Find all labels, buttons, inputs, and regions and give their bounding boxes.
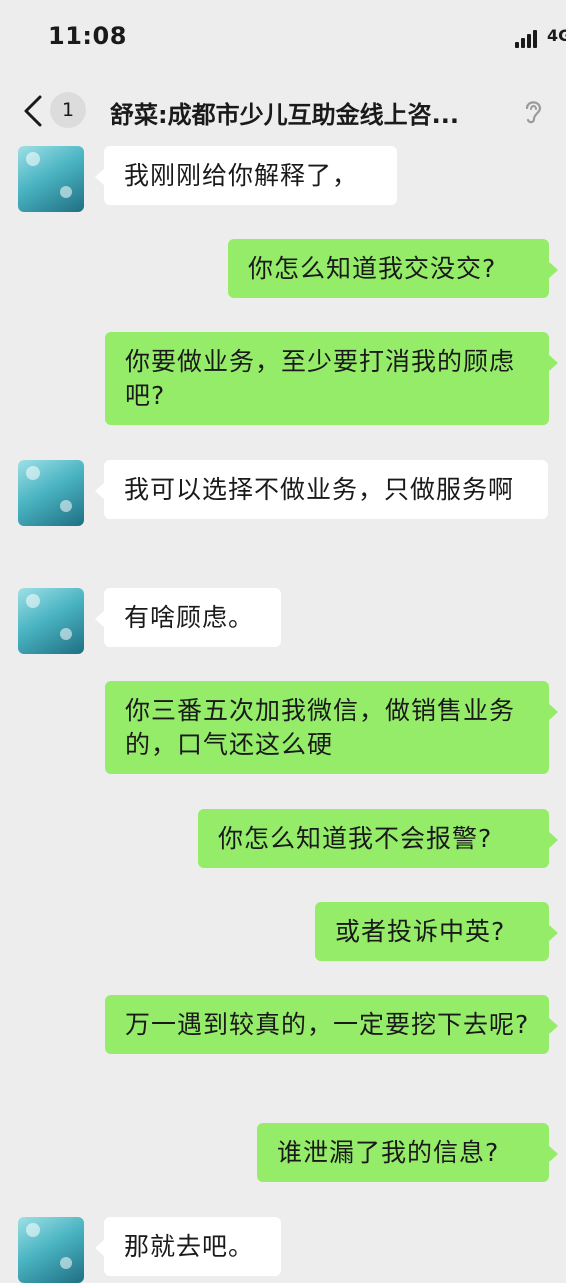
message-bubble-incoming[interactable]: 我可以选择不做业务，只做服务啊 xyxy=(95,460,548,519)
status-bar: 11:08 4G xyxy=(0,0,566,78)
ear-icon xyxy=(525,101,542,124)
message-bubble-outgoing[interactable]: 你怎么知道我不会报警? xyxy=(198,809,558,868)
ear-mode-button[interactable] xyxy=(519,96,547,126)
message-bubble-incoming[interactable]: 有啥顾虑。 xyxy=(95,588,281,647)
chat-header: 1 舒菜:成都市少儿互助金线上咨... xyxy=(0,78,566,144)
signal-bars-icon xyxy=(515,30,539,48)
message-bubble-outgoing[interactable]: 或者投诉中英? xyxy=(315,902,558,961)
contact-avatar[interactable] xyxy=(18,460,84,526)
network-type: 4G xyxy=(547,26,566,45)
message-bubble-outgoing[interactable]: 万一遇到较真的，一定要挖下去呢? xyxy=(105,995,558,1054)
contact-avatar[interactable] xyxy=(18,1217,84,1283)
contact-avatar[interactable] xyxy=(18,588,84,654)
unread-count-badge[interactable]: 1 xyxy=(50,92,86,128)
message-bubble-incoming[interactable]: 那就去吧。 xyxy=(95,1217,281,1276)
message-bubble-outgoing[interactable]: 谁泄漏了我的信息? xyxy=(257,1123,558,1182)
message-bubble-outgoing[interactable]: 你要做业务，至少要打消我的顾虑吧? xyxy=(105,332,558,425)
message-list[interactable]: 我刚刚给你解释了， 你怎么知道我交没交? 你要做业务，至少要打消我的顾虑吧? 我… xyxy=(0,144,566,1283)
status-time: 11:08 xyxy=(48,22,127,50)
back-button[interactable] xyxy=(20,94,48,128)
chevron-left-icon xyxy=(24,95,42,127)
message-bubble-incoming[interactable]: 我刚刚给你解释了， xyxy=(95,146,397,205)
chat-title: 舒菜:成都市少儿互助金线上咨... xyxy=(110,101,459,129)
message-bubble-outgoing[interactable]: 你三番五次加我微信，做销售业务的，口气还这么硬 xyxy=(105,681,558,774)
message-bubble-outgoing[interactable]: 你怎么知道我交没交? xyxy=(228,239,558,298)
contact-avatar[interactable] xyxy=(18,146,84,212)
